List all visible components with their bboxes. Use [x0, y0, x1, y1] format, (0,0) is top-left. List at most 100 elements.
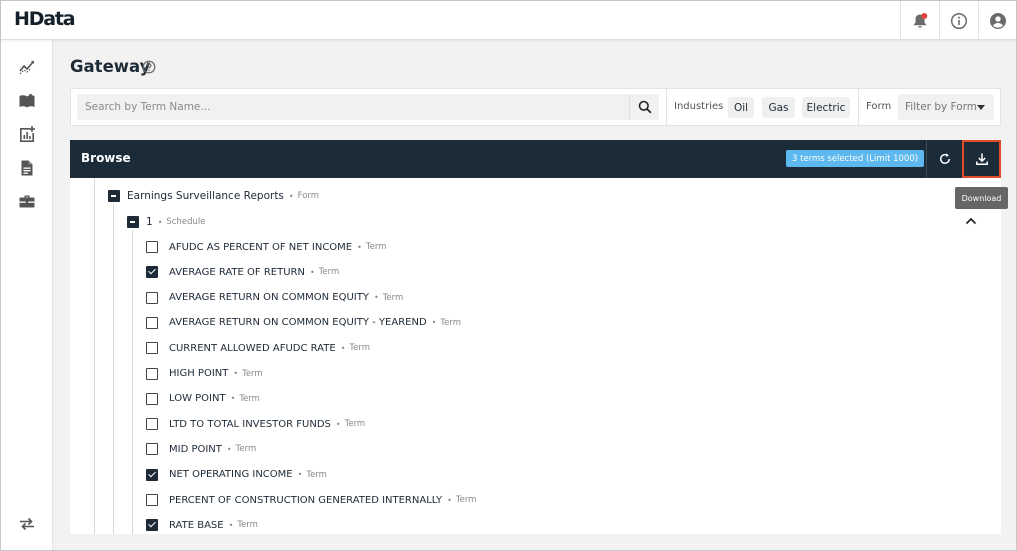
briefcase-icon [19, 195, 35, 208]
term-name: AVERAGE RATE OF RETURN [169, 266, 305, 278]
term-type: Term [344, 419, 366, 430]
term-checkbox[interactable] [146, 418, 158, 431]
term-checkbox[interactable] [146, 494, 158, 506]
tree-form-node[interactable]: Earnings Surveillance Reports • Form [108, 188, 319, 204]
term-row[interactable]: PERCENT OF CONSTRUCTION GENERATED INTERN… [146, 492, 476, 508]
refresh-button[interactable] [927, 140, 962, 178]
separator-dot: • [230, 394, 236, 404]
form-label: Form [866, 101, 892, 112]
term-name: RATE BASE [169, 519, 224, 531]
term-checkbox[interactable] [146, 519, 158, 532]
page-bottom [53, 534, 1016, 550]
page-title: Gateway [70, 57, 151, 76]
download-button[interactable] [962, 140, 1001, 178]
sidebar-item-add-chart[interactable] [17, 124, 37, 144]
divider [858, 89, 859, 125]
download-icon [975, 153, 988, 166]
term-row[interactable]: CURRENT ALLOWED AFUDC RATE • Term [146, 340, 370, 356]
swap-icon [20, 517, 34, 531]
term-name: NET OPERATING INCOME [169, 469, 293, 481]
form-name: Earnings Surveillance Reports [127, 190, 284, 202]
term-type: Term [306, 469, 327, 480]
term-row[interactable]: AFUDC AS PERCENT OF NET INCOME • Term [146, 239, 386, 255]
term-checkbox[interactable] [146, 392, 158, 405]
term-checkbox[interactable] [146, 266, 158, 279]
app-logo[interactable]: HData [14, 8, 76, 30]
term-type: Term [237, 520, 258, 531]
industries-label: Industries [674, 101, 724, 112]
term-row[interactable]: NET OPERATING INCOME • Term [146, 467, 327, 483]
form-filter-placeholder: Filter by Form [905, 101, 978, 113]
term-name: LTD TO TOTAL INVESTOR FUNDS [169, 418, 331, 430]
document-icon [21, 160, 33, 176]
browse-title: Browse [81, 151, 131, 165]
notifications-button[interactable] [900, 1, 939, 40]
sidebar-item-trends[interactable] [17, 57, 37, 77]
term-row[interactable]: MID POINT • Term [146, 441, 256, 457]
schedule-type: Schedule [166, 217, 206, 227]
form-checkbox[interactable] [108, 190, 120, 202]
help-icon[interactable] [142, 60, 156, 74]
term-type: Term [242, 368, 263, 379]
term-name: AVERAGE RETURN ON COMMON EQUITY [169, 292, 369, 304]
schedule-checkbox[interactable] [127, 216, 139, 228]
separator-dot: • [157, 217, 163, 227]
separator-dot: • [447, 495, 452, 505]
caret-down-icon [977, 105, 985, 110]
chart-add-icon [20, 126, 35, 142]
account-icon [990, 12, 1006, 29]
term-row[interactable]: LOW POINT • Term [146, 391, 260, 407]
info-button[interactable] [939, 1, 978, 40]
term-checkbox[interactable] [146, 367, 158, 380]
term-checkbox[interactable] [146, 241, 158, 253]
search-filter-bar: Industries Oil Gas Electric Form Filter … [70, 88, 1001, 126]
schedule-name: 1 [146, 216, 153, 228]
sidebar-item-library[interactable] [17, 91, 37, 111]
industry-chip-gas[interactable]: Gas [762, 97, 795, 118]
term-row[interactable]: AVERAGE RETURN ON COMMON EQUITY • Term [146, 290, 403, 306]
separator-dot: • [373, 293, 379, 303]
term-row[interactable]: AVERAGE RATE OF RETURN • Term [146, 264, 339, 280]
separator-dot: • [228, 520, 234, 530]
divider [666, 89, 667, 125]
chevron-up-icon[interactable] [965, 216, 977, 226]
term-name: HIGH POINT [169, 368, 229, 379]
sidebar-item-workspace[interactable] [17, 191, 37, 211]
term-type: Term [239, 393, 260, 404]
term-row[interactable]: AVERAGE RETURN ON COMMON EQUITY - YEAREN… [146, 315, 461, 331]
separator-dot: • [340, 343, 346, 353]
tree-guide-line [113, 204, 114, 534]
term-checkbox[interactable] [146, 291, 158, 304]
separator-dot: • [288, 191, 294, 201]
selection-count-badge: 3 terms selected (Limit 1000) [786, 150, 925, 167]
term-checkbox[interactable] [146, 468, 158, 481]
term-name: AFUDC AS PERCENT OF NET INCOME [169, 241, 353, 253]
term-name: MID POINT [169, 443, 222, 455]
sidebar [1, 40, 53, 550]
term-row[interactable]: LTD TO TOTAL INVESTOR FUNDS • Term [146, 416, 365, 432]
term-row[interactable]: RATE BASE • Term [146, 517, 258, 533]
term-checkbox[interactable] [146, 316, 158, 329]
search-button[interactable] [629, 94, 659, 120]
sidebar-item-documents[interactable] [17, 158, 37, 178]
form-filter-select[interactable]: Filter by Form [898, 94, 994, 120]
tree-guide-line [94, 178, 95, 534]
term-name: PERCENT OF CONSTRUCTION GENERATED INTERN… [169, 494, 443, 506]
term-checkbox[interactable] [146, 342, 158, 355]
industry-chip-oil[interactable]: Oil [728, 97, 754, 118]
search-icon [638, 100, 651, 114]
separator-dot: • [309, 267, 315, 277]
term-type: Term [455, 495, 477, 505]
search-input[interactable] [77, 94, 629, 120]
term-row[interactable]: HIGH POINT • Term [146, 366, 263, 382]
separator-dot: • [335, 419, 341, 429]
sidebar-item-switch[interactable] [17, 514, 37, 534]
separator-dot: • [226, 444, 232, 454]
tree-guide-line [132, 230, 133, 534]
browse-header: Browse 3 terms selected (Limit 1000) [70, 140, 1001, 178]
tree-schedule-node[interactable]: 1 • Schedule [127, 214, 205, 230]
account-button[interactable] [978, 1, 1017, 40]
industry-chip-electric[interactable]: Electric [802, 97, 850, 118]
term-checkbox[interactable] [146, 443, 158, 456]
book-icon [19, 94, 35, 108]
